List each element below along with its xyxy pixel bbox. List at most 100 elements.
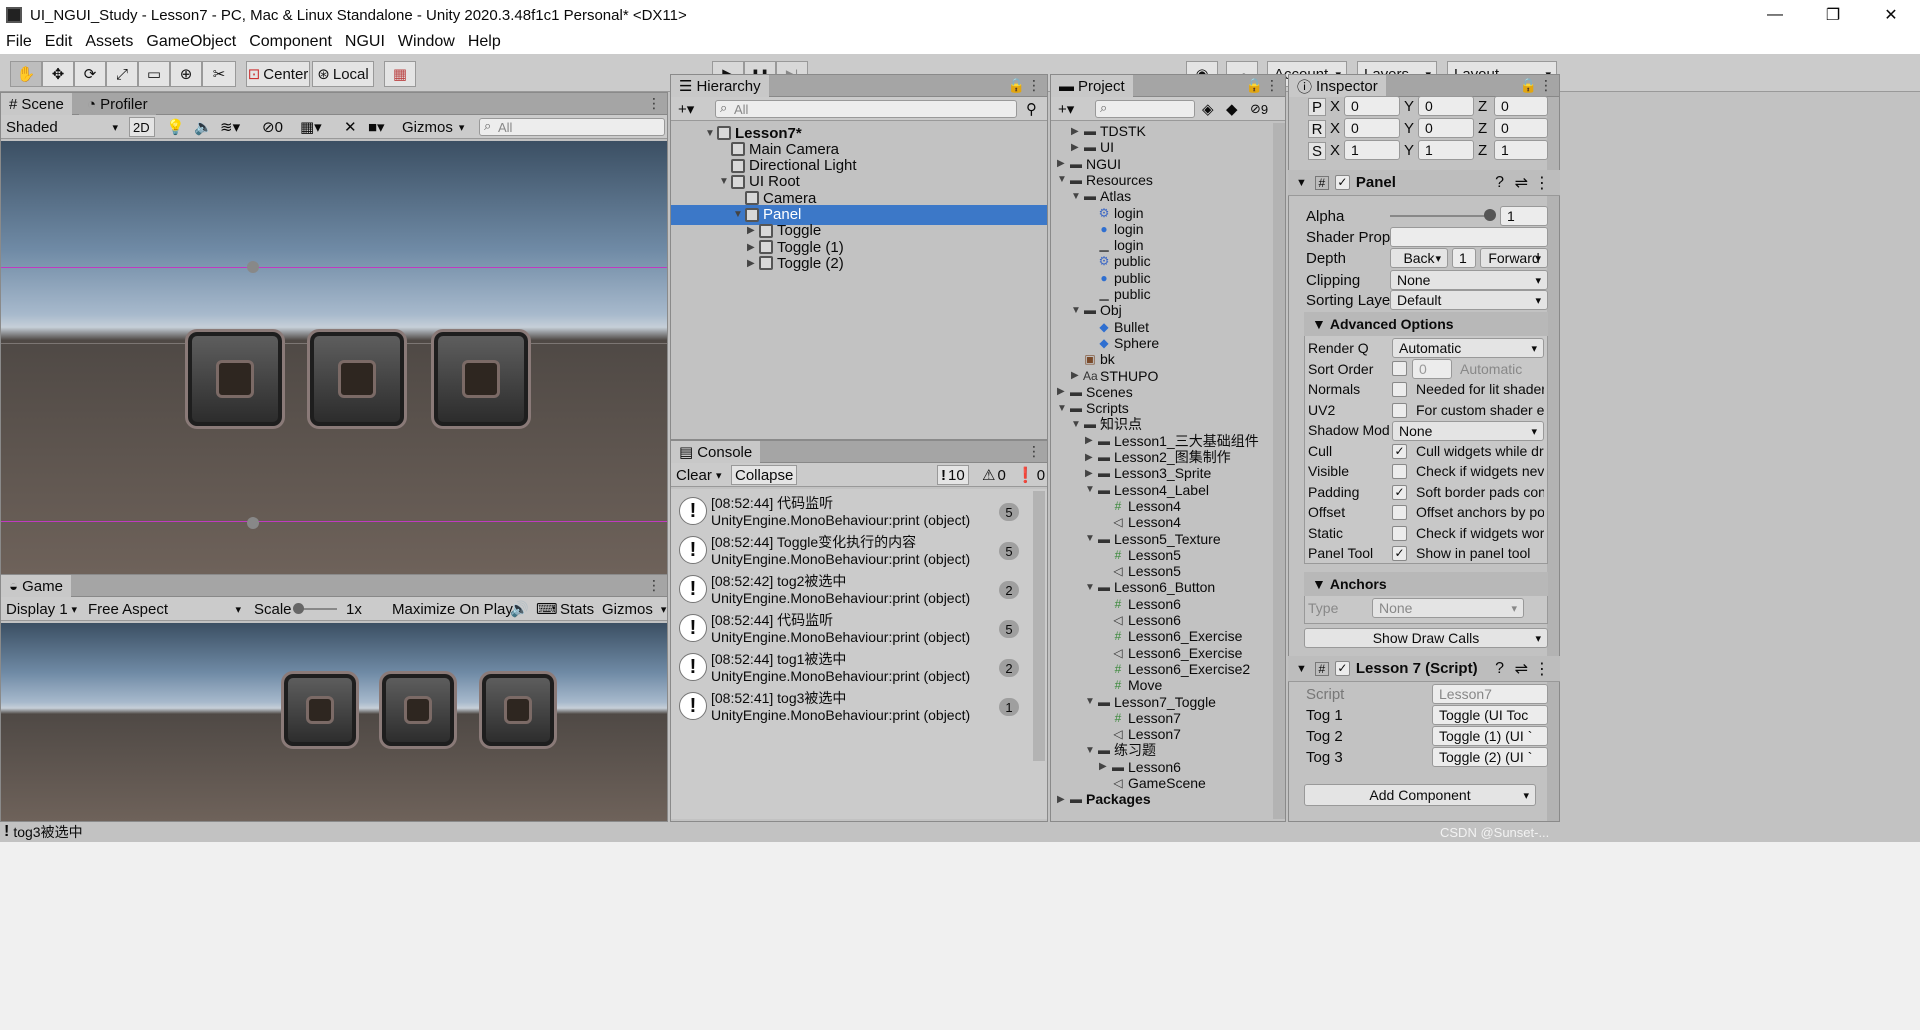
alpha-field[interactable]: 1 xyxy=(1500,206,1548,226)
shader-prop-field[interactable] xyxy=(1390,227,1548,247)
sort-order-field[interactable]: 0 xyxy=(1412,359,1452,379)
foldout-arrow-icon[interactable]: ▶ xyxy=(747,225,759,236)
tab-hierarchy[interactable]: ☰ Hierarchy xyxy=(671,75,769,97)
console-menu-icon[interactable]: ⋮ xyxy=(1027,443,1041,460)
game-toggle-widget[interactable] xyxy=(379,671,457,749)
foldout-arrow-icon[interactable]: ▼ xyxy=(1057,403,1069,414)
foldout-arrow-icon[interactable]: ▶ xyxy=(1085,452,1097,463)
depth-back-button[interactable]: Back xyxy=(1390,248,1448,268)
panel-component-header[interactable]: ▼ # ✓ Panel ? ⇌ ⋮ xyxy=(1288,170,1560,196)
scene-search-input[interactable]: All xyxy=(479,118,665,136)
pivot-local-button[interactable]: ⊛ Local xyxy=(312,61,374,87)
shading-mode-dropdown[interactable]: Shaded ▾ xyxy=(3,117,121,137)
depth-forward-button[interactable]: Forward xyxy=(1480,248,1548,268)
lighting-icon[interactable]: 💡 xyxy=(163,117,188,137)
console-entry[interactable]: ! [08:52:44] tog1被选中 UnityEngine.MonoBehav… xyxy=(671,649,1039,688)
tog1-field[interactable]: Toggle (UI Toc xyxy=(1432,705,1548,725)
menu-window[interactable]: Window xyxy=(398,33,455,51)
toggle-widget[interactable] xyxy=(307,329,407,429)
project-scrollbar[interactable] xyxy=(1273,123,1285,819)
scale-button[interactable]: S xyxy=(1308,142,1326,160)
tab-game[interactable]: ◒ Game xyxy=(1,575,71,597)
foldout-arrow-icon[interactable]: ▼ xyxy=(1085,533,1097,544)
scene-visibility-icon[interactable]: ⚲ xyxy=(1023,99,1040,119)
tab-profiler[interactable]: ◔ Profiler xyxy=(79,93,156,115)
component-menu-icon[interactable]: ⋮ xyxy=(1534,659,1550,679)
mute-audio-icon[interactable]: 🔊 xyxy=(507,599,532,619)
rot-y-field[interactable]: 0 xyxy=(1418,118,1474,138)
toggle-widget[interactable] xyxy=(185,329,285,429)
help-icon[interactable]: ? xyxy=(1495,174,1504,192)
game-toggle-widget[interactable] xyxy=(479,671,557,749)
project-create-button[interactable]: +▾ xyxy=(1055,99,1077,119)
inspector-menu-icon[interactable]: ⋮ xyxy=(1539,77,1553,94)
collapse-toggle[interactable]: Collapse xyxy=(731,465,798,485)
advanced-options-header[interactable]: ▼ Advanced Options xyxy=(1304,312,1548,336)
option-checkbox[interactable]: ✓ xyxy=(1392,484,1407,500)
alpha-slider-handle[interactable] xyxy=(1484,209,1496,221)
display-dropdown[interactable]: Display 1 ▾ xyxy=(3,599,79,619)
shadow-mode-dropdown[interactable]: None xyxy=(1392,421,1544,441)
lock-icon[interactable]: 🔒 xyxy=(1008,77,1025,94)
option-checkbox[interactable] xyxy=(1392,505,1407,520)
scale-y-field[interactable]: 1 xyxy=(1418,140,1474,160)
menu-edit[interactable]: Edit xyxy=(45,33,73,51)
option-checkbox[interactable] xyxy=(1392,402,1407,418)
clear-options-icon[interactable]: ▾ xyxy=(713,465,725,485)
script-field[interactable]: Lesson7 xyxy=(1432,684,1548,704)
foldout-arrow-icon[interactable]: ▼ xyxy=(1085,696,1097,707)
scale-z-field[interactable]: 1 xyxy=(1494,140,1548,160)
position-button[interactable]: P xyxy=(1308,98,1326,116)
option-checkbox[interactable] xyxy=(1392,525,1407,541)
option-checkbox[interactable] xyxy=(1392,382,1407,397)
scene-view[interactable] xyxy=(1,141,667,574)
game-gizmos-dropdown[interactable]: Gizmos ▾ xyxy=(599,599,669,619)
hierarchy-search-input[interactable]: All xyxy=(715,100,1017,118)
effects-icon[interactable]: ≋▾ xyxy=(217,117,243,137)
pivot-center-button[interactable]: ⊡ Center xyxy=(246,61,310,87)
camera-icon[interactable]: ■▾ xyxy=(365,117,388,137)
preset-icon[interactable]: ⇌ xyxy=(1515,173,1528,193)
error-filter-toggle[interactable]: ❗ 0 xyxy=(1013,465,1048,485)
render-q-dropdown[interactable]: Automatic xyxy=(1392,338,1544,358)
console-entry[interactable]: ! [08:52:44] Toggle变化执行的内容 UnityEngine.Mon… xyxy=(671,532,1039,571)
menu-gameobject[interactable]: GameObject xyxy=(146,33,236,51)
panel-enabled-checkbox[interactable]: ✓ xyxy=(1334,175,1350,190)
menu-ngui[interactable]: NGUI xyxy=(345,33,385,51)
show-draw-calls-button[interactable]: Show Draw Calls xyxy=(1304,628,1548,648)
help-icon[interactable]: ? xyxy=(1495,660,1504,678)
hand-tool-icon[interactable]: ✋ xyxy=(10,61,42,87)
foldout-arrow-icon[interactable]: ▼ xyxy=(1071,191,1083,202)
rotation-button[interactable]: R xyxy=(1308,120,1326,138)
tog3-field[interactable]: Toggle (2) (UI ` xyxy=(1432,747,1548,767)
foldout-arrow-icon[interactable]: ▼ xyxy=(705,128,717,139)
foldout-arrow-icon[interactable]: ▶ xyxy=(1099,761,1111,772)
foldout-arrow-icon[interactable]: ▼ xyxy=(1071,305,1083,316)
tab-inspector[interactable]: ⓘ Inspector xyxy=(1289,75,1386,97)
tools-icon[interactable]: ✕ xyxy=(341,117,360,137)
foldout-arrow-icon[interactable]: ▶ xyxy=(1057,386,1069,397)
option-checkbox[interactable] xyxy=(1392,464,1407,479)
foldout-arrow-icon[interactable]: ▶ xyxy=(747,258,759,269)
gizmos-dropdown[interactable]: Gizmos ▾ xyxy=(399,117,469,137)
pos-z-field[interactable]: 0 xyxy=(1494,96,1548,116)
sort-order-checkbox[interactable] xyxy=(1392,361,1407,376)
foldout-arrow-icon[interactable]: ▶ xyxy=(1057,794,1069,805)
anchor-handle-bottom[interactable] xyxy=(247,517,259,529)
console-entry[interactable]: ! [08:52:44] 代码监听 UnityEngine.MonoBehaviou… xyxy=(671,493,1039,532)
maximize-on-play-toggle[interactable]: Maximize On Play xyxy=(389,599,516,619)
game-menu-icon[interactable]: ⋮ xyxy=(647,577,661,594)
menu-file[interactable]: File xyxy=(6,33,32,51)
pos-x-field[interactable]: 0 xyxy=(1344,96,1400,116)
rot-z-field[interactable]: 0 xyxy=(1494,118,1548,138)
filter-label-icon[interactable]: ◆ xyxy=(1223,99,1241,119)
filter-type-icon[interactable]: ◈ xyxy=(1199,99,1217,119)
foldout-arrow-icon[interactable]: ▼ xyxy=(1085,582,1097,593)
preset-icon[interactable]: ⇌ xyxy=(1515,659,1528,679)
alpha-slider[interactable] xyxy=(1390,215,1490,217)
transform-tool-icon[interactable]: ⊕ xyxy=(170,61,202,87)
info-filter-toggle[interactable]: ! 10 xyxy=(937,465,969,485)
hidden-objects-icon[interactable]: ⊘ 0 xyxy=(259,117,286,137)
pos-y-field[interactable]: 0 xyxy=(1418,96,1474,116)
custom-tool-icon[interactable]: ✂ xyxy=(202,61,236,87)
